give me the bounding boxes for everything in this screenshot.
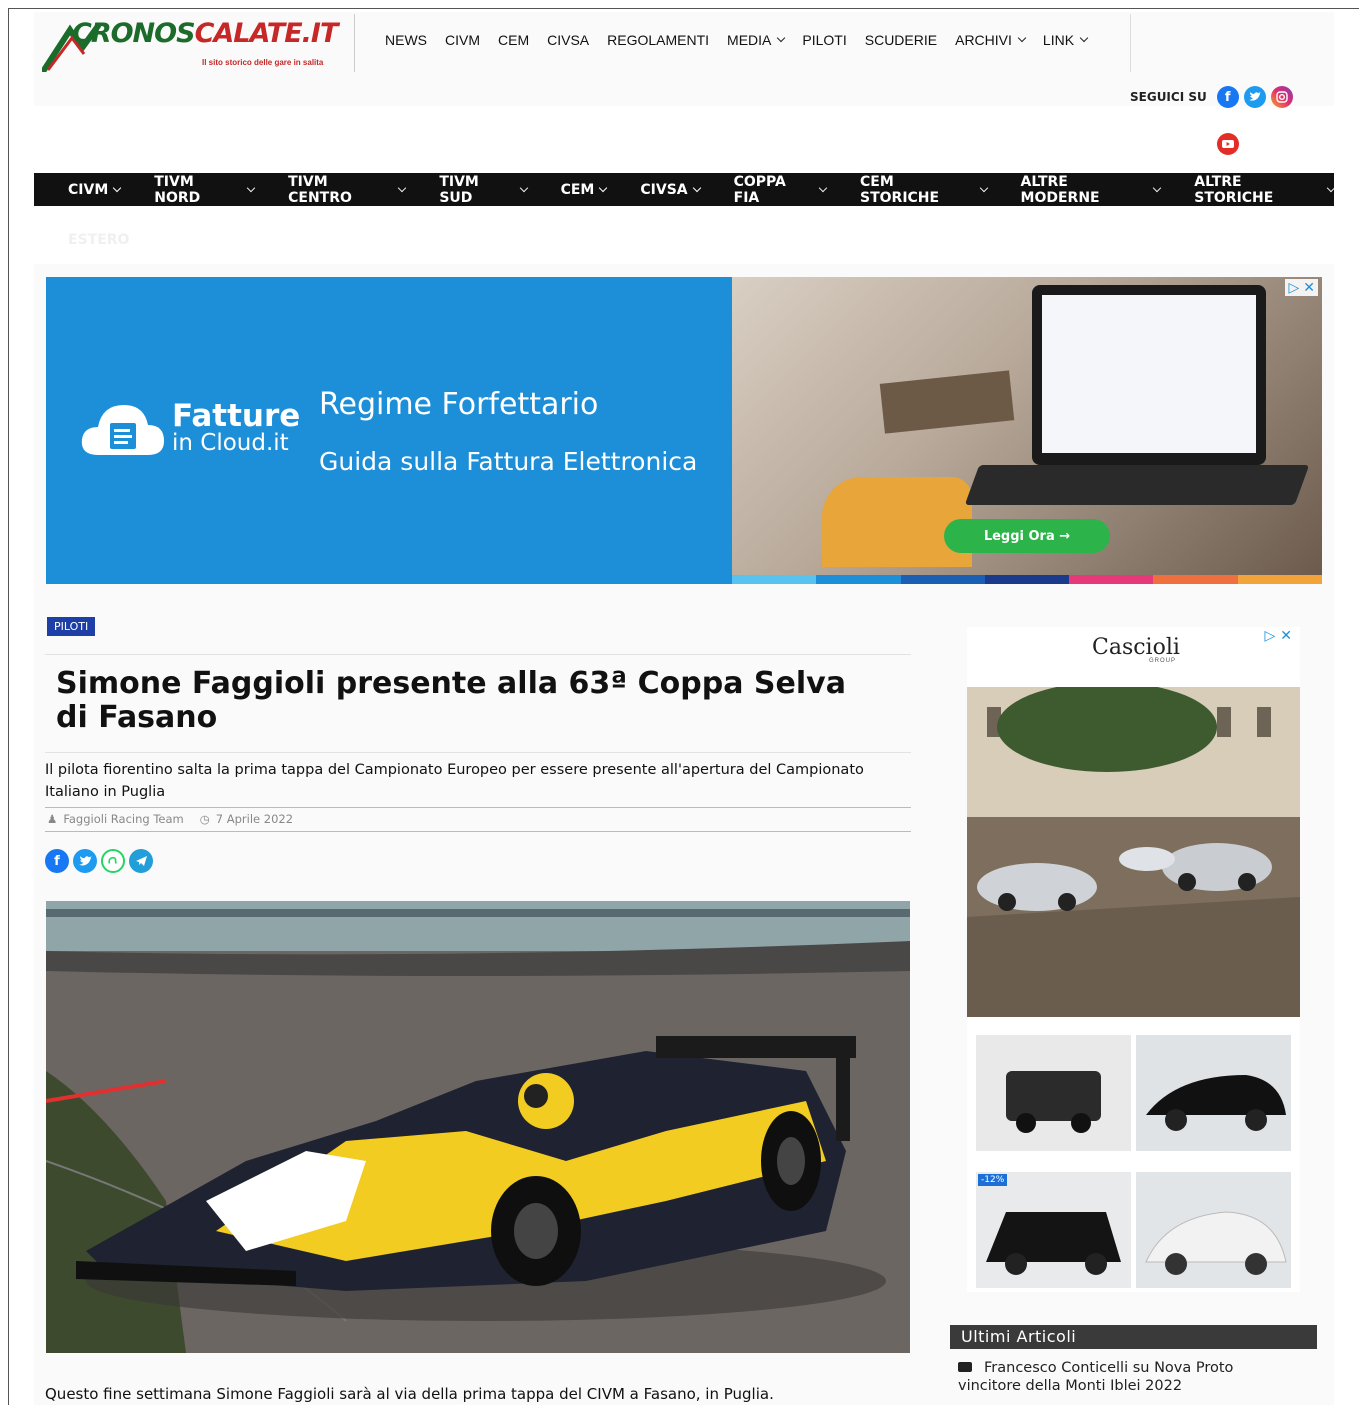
close-icon[interactable]: ✕ <box>1280 627 1292 644</box>
sidebar-ad-thumb[interactable] <box>1136 1035 1291 1151</box>
ad-close-controls[interactable]: ▷ ✕ <box>1285 279 1318 296</box>
top-nav-news[interactable]: NEWS <box>376 30 436 50</box>
main-nav-altre-moderne[interactable]: ALTRE MODERNE <box>1021 174 1162 206</box>
twitter-icon[interactable] <box>1243 86 1266 108</box>
main-nav-tivm-centro[interactable]: TIVM CENTRO <box>288 174 407 206</box>
ad-choices-icon[interactable]: ▷ <box>1288 279 1299 296</box>
race-car-photo <box>46 901 910 1353</box>
main-nav-cem[interactable]: CEM <box>561 182 608 198</box>
top-nav-regolamenti[interactable]: REGOLAMENTI <box>598 30 718 50</box>
youtube-icon[interactable] <box>1216 132 1240 161</box>
top-nav-archivi[interactable]: ARCHIVI <box>946 30 1034 50</box>
ad-photo: Leggi Ora → <box>732 277 1322 584</box>
chevron-down-icon <box>113 183 122 192</box>
chevron-down-icon <box>247 183 256 192</box>
sidebar-ad[interactable]: Cascioli GROUP ▷ ✕ -12% <box>967 627 1300 1292</box>
sidebar-ad-main-photo <box>967 687 1300 1017</box>
main-nav-estero[interactable]: ESTERO <box>68 232 129 248</box>
divider <box>45 807 911 808</box>
top-nav-link[interactable]: LINK <box>1034 30 1096 50</box>
header-divider <box>1130 14 1131 72</box>
article-date: 7 Aprile 2022 <box>215 812 294 826</box>
main-nav-coppa-fia[interactable]: COPPA FIA <box>734 174 828 206</box>
main-nav-civsa[interactable]: CIVSA <box>640 182 701 198</box>
top-nav-media[interactable]: MEDIA <box>718 30 793 50</box>
article-body-first-line: Questo fine settimana Simone Faggioli sa… <box>45 1385 774 1403</box>
divider <box>45 654 911 655</box>
ad-left-panel: Fatture in Cloud.it Regime Forfettario G… <box>46 277 732 584</box>
follow-label: SEGUICI SU <box>1130 90 1207 104</box>
article-author[interactable]: Faggioli Racing Team <box>63 812 183 826</box>
chevron-down-icon <box>1153 183 1162 192</box>
ad-close-controls[interactable]: ▷ ✕ <box>1264 627 1292 644</box>
top-nav-cem[interactable]: CEM <box>489 30 538 50</box>
article-photo <box>46 901 910 1353</box>
main-nav: CIVM TIVM NORD TIVM CENTRO TIVM SUD CEM … <box>34 173 1336 206</box>
chevron-down-icon <box>519 183 528 192</box>
cloud-document-icon <box>81 405 164 455</box>
ad-photo-books <box>879 370 1015 434</box>
comment-icon <box>958 1362 972 1372</box>
ad-choices-icon[interactable]: ▷ <box>1264 627 1275 644</box>
top-nav-civm[interactable]: CIVM <box>436 30 489 50</box>
sidebar-ad-thumb[interactable]: -12% <box>976 1172 1131 1288</box>
instagram-icon[interactable] <box>1270 86 1293 108</box>
chevron-down-icon <box>1017 33 1027 43</box>
top-nav-scuderie[interactable]: SCUDERIE <box>856 30 946 50</box>
main-nav-altre-storiche[interactable]: ALTRE STORICHE <box>1194 174 1336 206</box>
ad-banner[interactable]: Fatture in Cloud.it Regime Forfettario G… <box>46 277 1322 584</box>
category-badge[interactable]: PILOTI <box>47 617 96 636</box>
clock-icon: ◷ <box>199 812 210 826</box>
top-nav: NEWS CIVM CEM CIVSA REGOLAMENTI MEDIA PI… <box>376 30 1096 50</box>
logo-text: CRONOSCALATE.IT <box>72 18 338 49</box>
divider <box>45 831 911 832</box>
share-buttons: f <box>45 849 153 873</box>
facebook-icon[interactable]: f <box>45 849 69 873</box>
divider <box>45 752 911 753</box>
article-title: Simone Faggioli presente alla 63ª Coppa … <box>56 666 846 735</box>
ad-brand-line1: Fatture <box>172 398 301 434</box>
twitter-icon[interactable] <box>73 849 97 873</box>
header-divider <box>354 14 355 72</box>
social-follow: SEGUICI SU f <box>1130 86 1293 108</box>
main-nav-cem-storiche[interactable]: CEM STORICHE <box>860 174 988 206</box>
ad-photo-laptop <box>1032 285 1266 465</box>
ad-cta-button[interactable]: Leggi Ora → <box>944 519 1110 553</box>
article-meta: ♟ Faggioli Racing Team ◷ 7 Aprile 2022 <box>47 812 293 826</box>
telegram-icon[interactable] <box>129 849 153 873</box>
top-nav-civsa[interactable]: CIVSA <box>538 30 598 50</box>
chevron-down-icon <box>818 183 828 192</box>
latest-article-link[interactable]: Francesco Conticelli su Nova Proto vinci… <box>958 1359 1298 1395</box>
site-logo[interactable]: CRONOSCALATE.IT Il sito storico delle ga… <box>42 14 354 72</box>
ad-color-stripes <box>732 575 1322 584</box>
chevron-down-icon <box>1079 33 1089 43</box>
main-nav-tivm-nord[interactable]: TIVM NORD <box>154 174 256 206</box>
chevron-down-icon <box>398 183 407 192</box>
sidebar-ad-thumb[interactable] <box>976 1035 1131 1151</box>
sidebar-ad-brand-sub: GROUP <box>1149 658 1177 664</box>
close-icon[interactable]: ✕ <box>1303 279 1315 296</box>
facebook-icon[interactable]: f <box>1216 86 1239 108</box>
main-nav-tivm-sud[interactable]: TIVM SUD <box>439 174 528 206</box>
chevron-down-icon <box>599 183 608 192</box>
sidebar-ad-thumb[interactable] <box>1136 1172 1291 1288</box>
ad-title: Regime Forfettario <box>319 387 599 422</box>
whatsapp-icon[interactable] <box>101 849 125 873</box>
article-subtitle: Il pilota fiorentino salta la prima tapp… <box>45 762 864 800</box>
chevron-down-icon <box>1326 183 1336 192</box>
chevron-down-icon <box>777 33 786 43</box>
chevron-down-icon <box>692 183 701 192</box>
top-nav-piloti[interactable]: PILOTI <box>793 30 855 50</box>
sidebar-ad-brand: Cascioli <box>1092 635 1180 660</box>
ad-photo-keyboard <box>964 465 1310 505</box>
chevron-down-icon <box>979 183 988 192</box>
logo-tagline: Il sito storico delle gare in salita <box>202 58 324 67</box>
main-nav-civm[interactable]: CIVM <box>68 182 122 198</box>
ad-brand-name: Fatture in Cloud.it <box>172 398 301 456</box>
latest-articles-heading: Ultimi Articoli <box>950 1325 1317 1349</box>
user-icon: ♟ <box>47 812 58 826</box>
ad-subtitle: Guida sulla Fattura Elettronica <box>319 447 698 476</box>
discount-badge: -12% <box>978 1174 1008 1186</box>
ad-brand-line2: in Cloud.it <box>172 430 289 456</box>
